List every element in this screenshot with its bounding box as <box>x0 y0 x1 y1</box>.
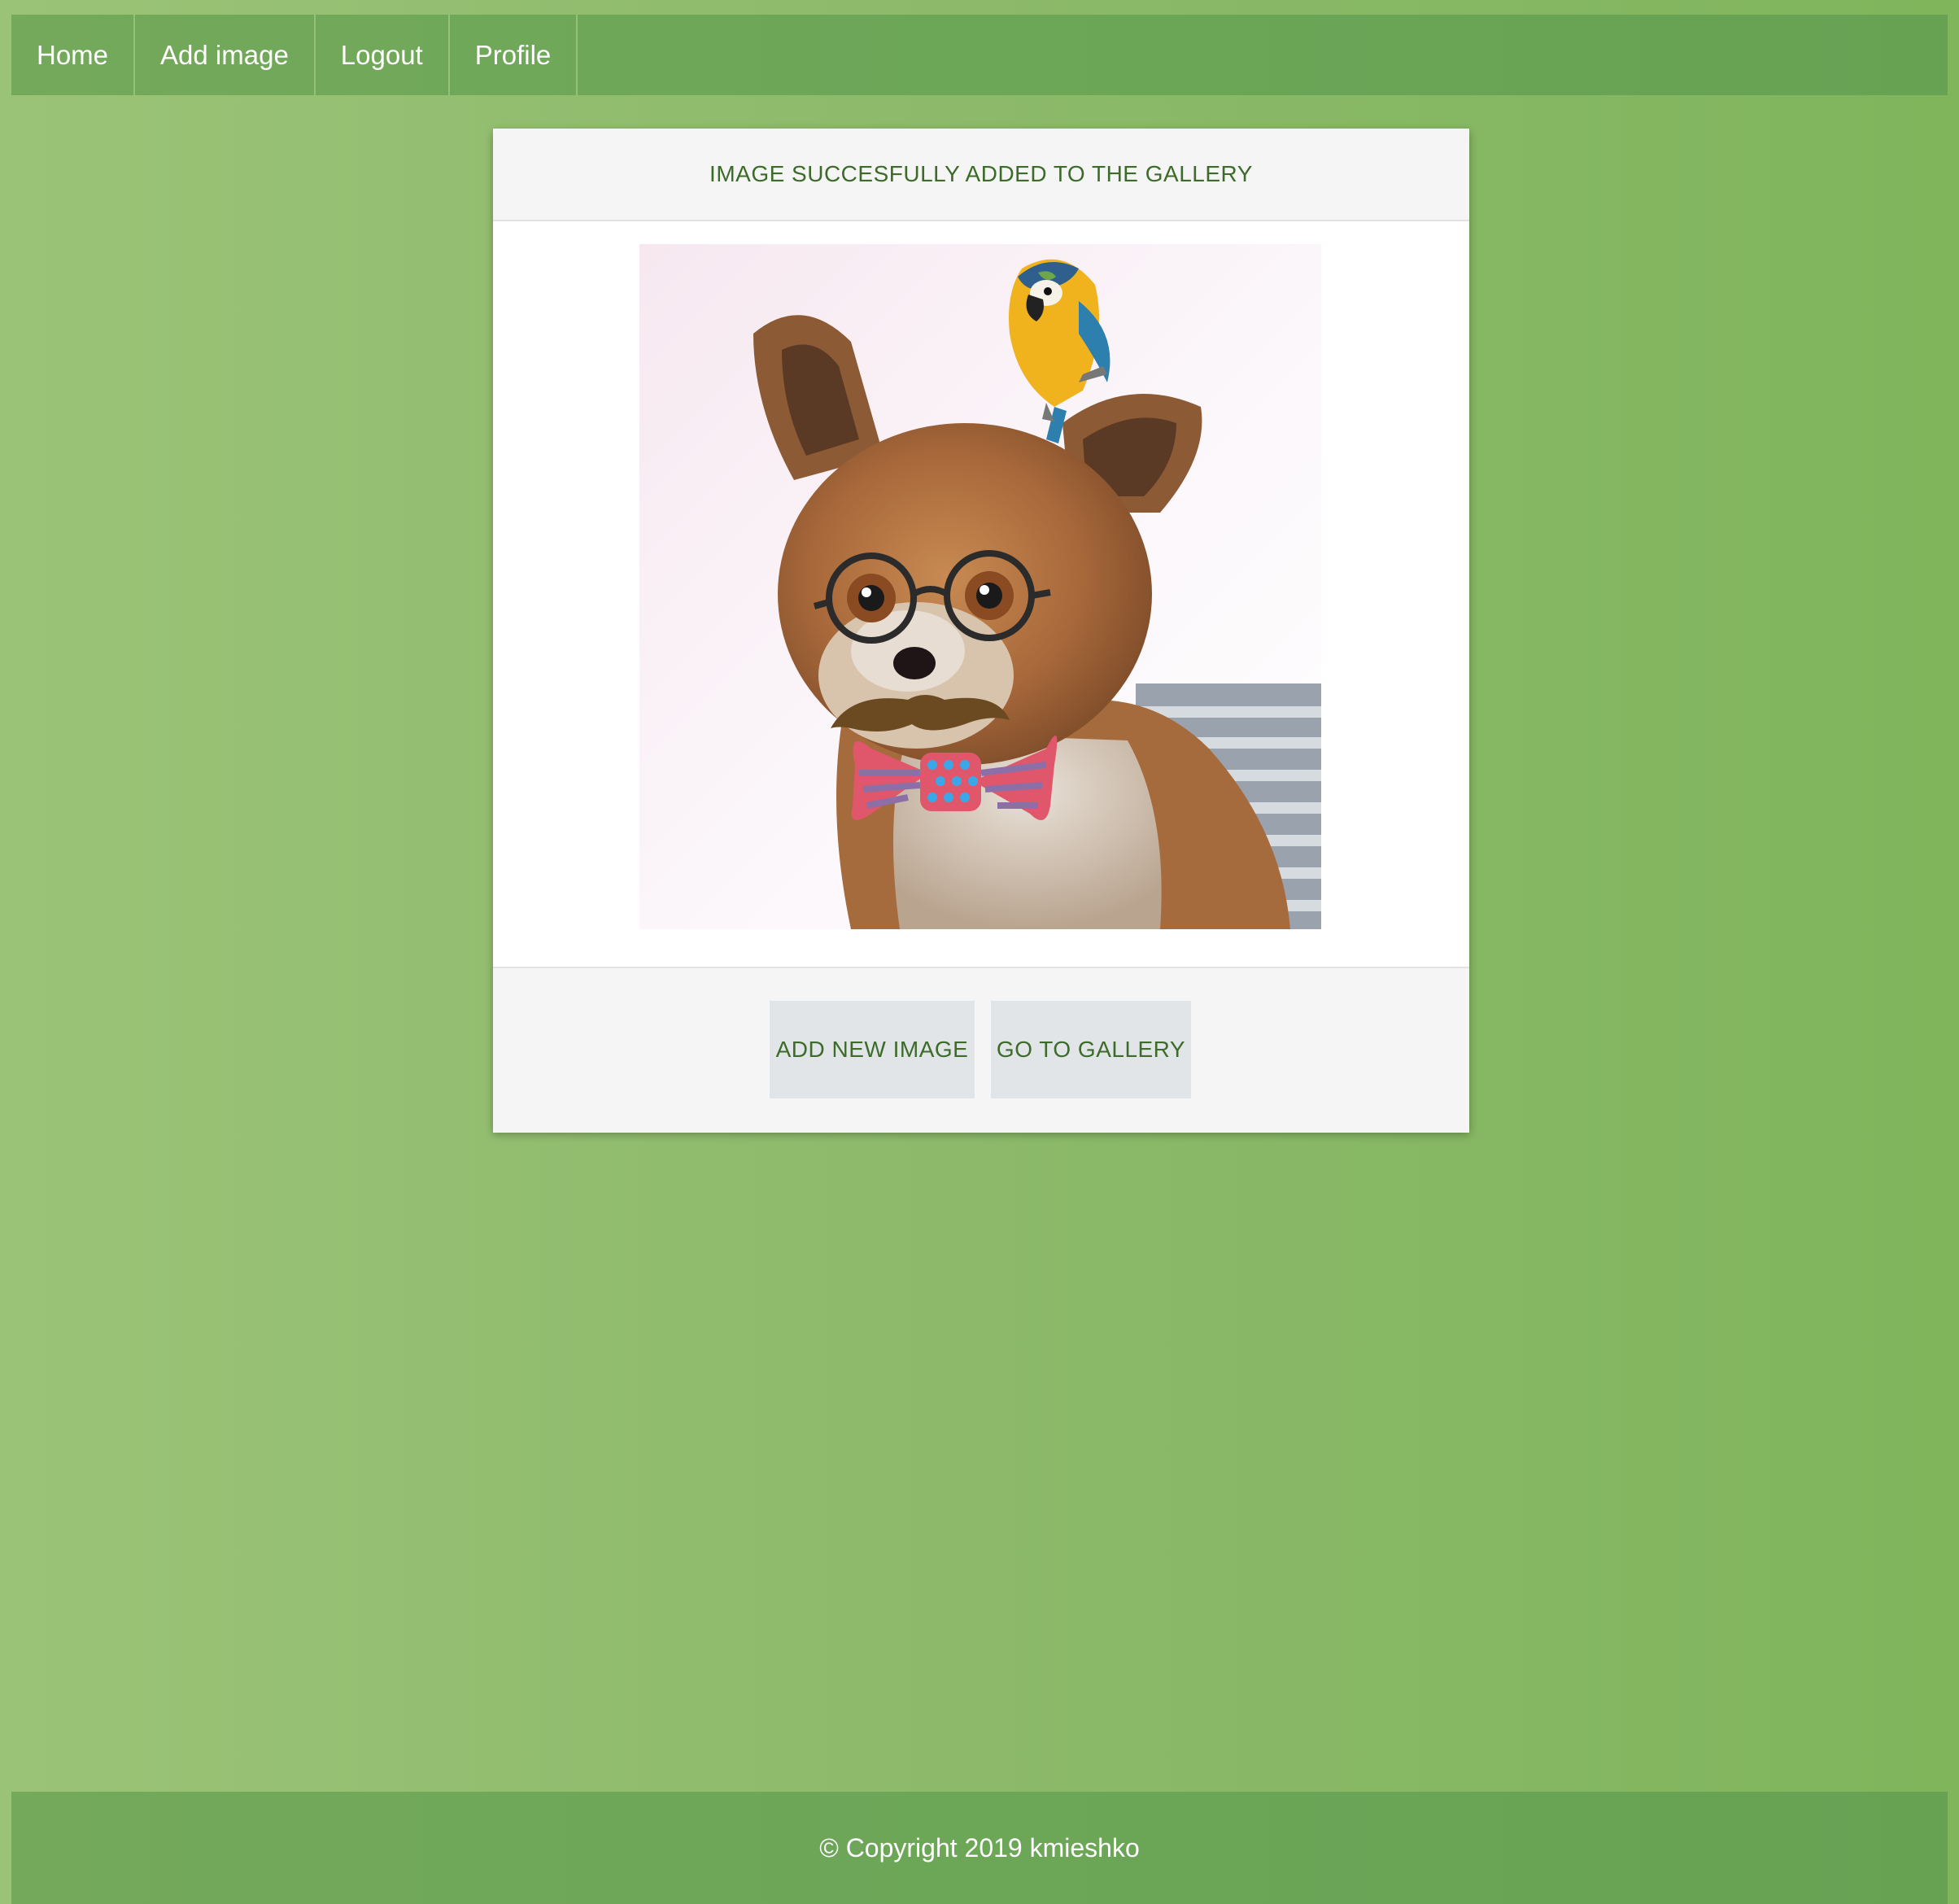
card-body <box>493 221 1469 967</box>
result-card: IMAGE SUCCESFULLY ADDED TO THE GALLERY A… <box>493 129 1469 1133</box>
card-actions: ADD NEW IMAGE GO TO GALLERY <box>493 967 1469 1133</box>
go-to-gallery-button[interactable]: GO TO GALLERY <box>991 1001 1191 1098</box>
page-footer: © Copyright 2019 kmieshko <box>11 1792 1948 1904</box>
success-message: IMAGE SUCCESFULLY ADDED TO THE GALLERY <box>493 129 1469 221</box>
uploaded-photo <box>639 244 1321 929</box>
copyright-text: © Copyright 2019 kmieshko <box>819 1832 1140 1863</box>
top-navbar: Home Add image Logout Profile <box>11 15 1948 95</box>
nav-profile-link[interactable]: Profile <box>450 15 578 95</box>
nav-home-link[interactable]: Home <box>11 15 136 95</box>
add-new-image-button[interactable]: ADD NEW IMAGE <box>770 1001 975 1098</box>
nav-logout-link[interactable]: Logout <box>316 15 450 95</box>
nav-add-image-link[interactable]: Add image <box>135 15 316 95</box>
